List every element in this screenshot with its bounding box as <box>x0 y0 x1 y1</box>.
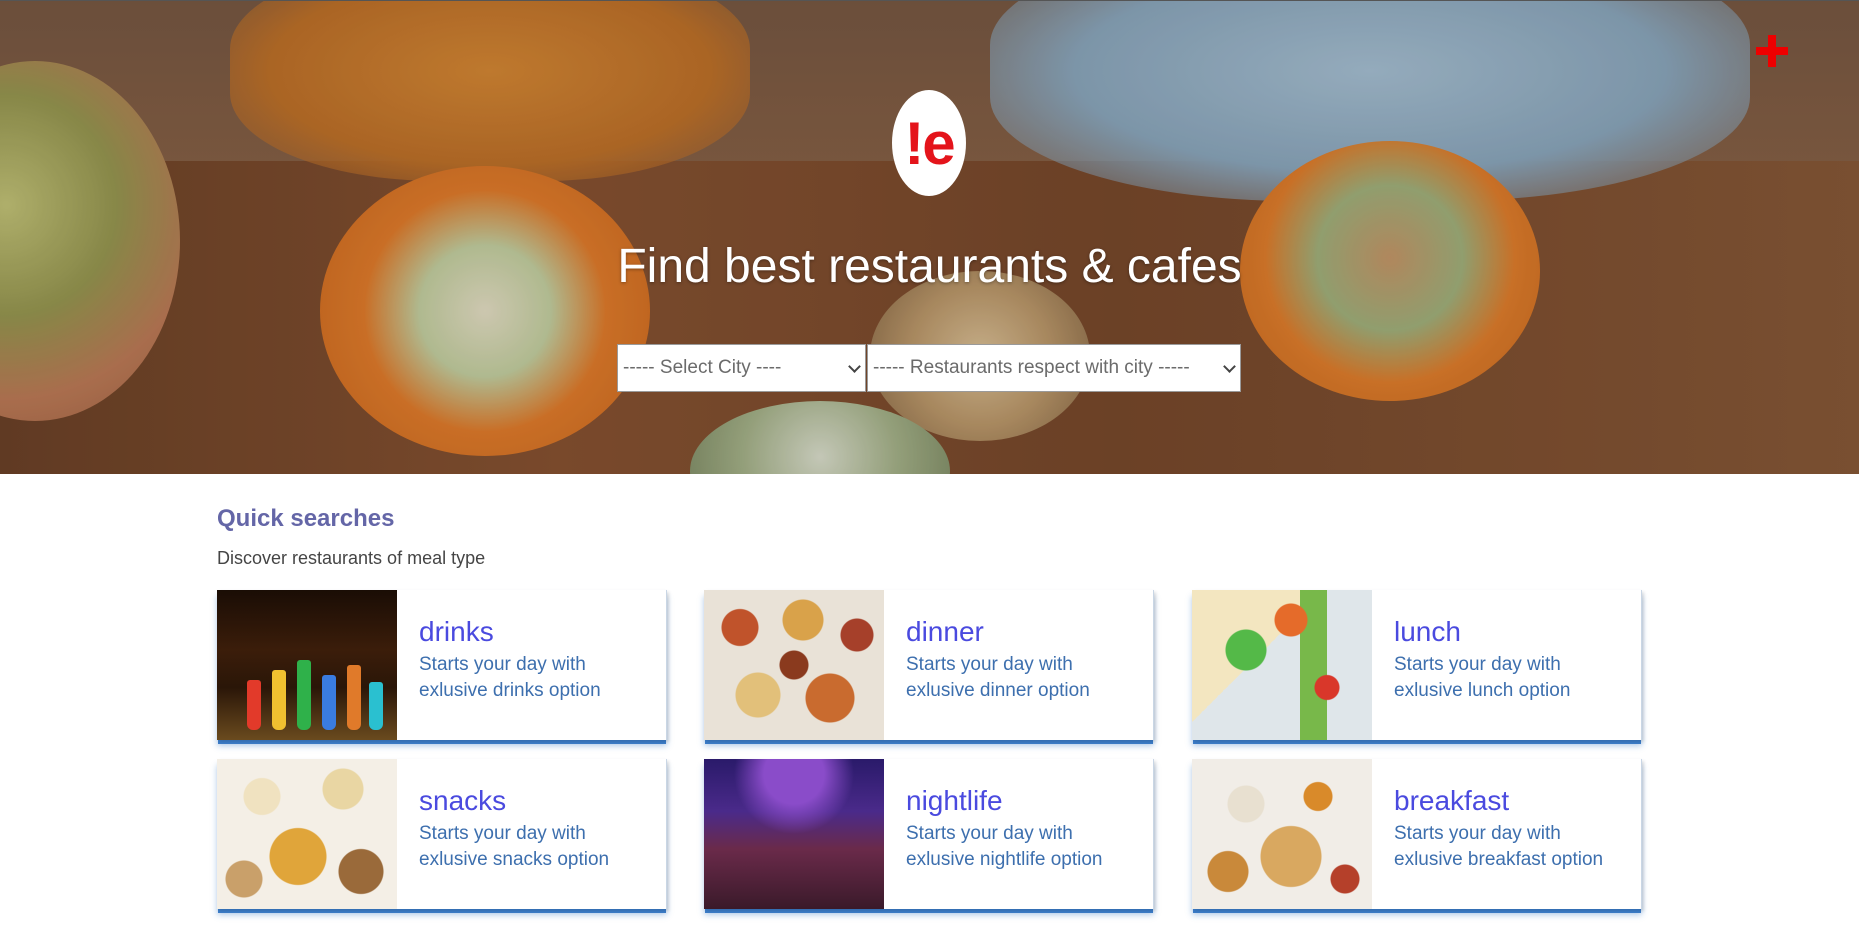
chevron-down-icon <box>1223 360 1236 373</box>
meal-card-description: Starts your day with exlusive lunch opti… <box>1394 652 1634 704</box>
meal-card-nightlife[interactable]: nightlife Starts your day with exlusive … <box>704 759 1154 909</box>
restaurant-select-value: ----- Restaurants respect with city ----… <box>873 357 1190 378</box>
meal-card-description: Starts your day with exlusive nightlife … <box>906 821 1146 873</box>
meal-card-desc-line2: exlusive drinks option <box>419 680 601 701</box>
meal-card-desc-line2: exlusive dinner option <box>906 680 1090 701</box>
meal-card-title: lunch <box>1394 616 1461 647</box>
meal-card-dinner[interactable]: dinner Starts your day with exlusive din… <box>704 590 1154 740</box>
meal-card-description: Starts your day with exlusive breakfast … <box>1394 821 1634 873</box>
meal-card-desc-line1: Starts your day with <box>1394 823 1561 844</box>
city-select[interactable]: ----- Select City ---- <box>617 344 866 392</box>
city-select-value: ----- Select City ---- <box>623 357 782 378</box>
meal-card-breakfast[interactable]: breakfast Starts your day with exlusive … <box>1192 759 1642 909</box>
meal-card-title: nightlife <box>906 785 1003 816</box>
meal-card-desc-line1: Starts your day with <box>1394 654 1561 675</box>
meal-card-lunch[interactable]: lunch Starts your day with exlusive lunc… <box>1192 590 1642 740</box>
quick-searches-title: Quick searches <box>217 505 395 532</box>
meal-card-desc-line2: exlusive breakfast option <box>1394 849 1604 870</box>
meal-card-drinks[interactable]: drinks Starts your day with exlusive dri… <box>217 590 667 740</box>
meal-card-desc-line2: exlusive snacks option <box>419 849 610 870</box>
meal-card-description: Starts your day with exlusive snacks opt… <box>419 821 659 873</box>
snacks-image <box>217 759 397 909</box>
dinner-image <box>704 590 884 740</box>
meal-card-description: Starts your day with exlusive drinks opt… <box>419 652 659 704</box>
meal-card-desc-line1: Starts your day with <box>906 823 1073 844</box>
meal-card-title: breakfast <box>1394 785 1510 816</box>
drinks-image <box>217 590 397 740</box>
meal-card-title: dinner <box>906 616 984 647</box>
meal-card-desc-line2: exlusive lunch option <box>1394 680 1571 701</box>
nightlife-image <box>704 759 884 909</box>
restaurant-select[interactable]: ----- Restaurants respect with city ----… <box>867 344 1241 392</box>
hero-banner: !e Find best restaurants & cafes ----- S… <box>0 0 1859 474</box>
quick-searches-subtitle: Discover restaurants of meal type <box>217 548 486 568</box>
meal-card-desc-line1: Starts your day with <box>419 654 586 675</box>
breakfast-image <box>1192 759 1372 909</box>
brand-logo-text: !e <box>904 109 955 177</box>
meal-card-title: drinks <box>419 616 494 647</box>
meal-card-description: Starts your day with exlusive dinner opt… <box>906 652 1146 704</box>
brand-logo[interactable]: !e <box>892 90 966 196</box>
meal-card-desc-line2: exlusive nightlife option <box>906 849 1103 870</box>
meal-card-desc-line1: Starts your day with <box>419 823 586 844</box>
hero-overlay <box>0 1 1859 474</box>
lunch-image <box>1192 590 1372 740</box>
meal-card-title: snacks <box>419 785 507 816</box>
plus-icon[interactable] <box>1756 35 1788 67</box>
meal-card-snacks[interactable]: snacks Starts your day with exlusive sna… <box>217 759 667 909</box>
hero-title: Find best restaurants & cafes <box>617 240 1242 293</box>
chevron-down-icon <box>848 360 861 373</box>
meal-card-desc-line1: Starts your day with <box>906 654 1073 675</box>
